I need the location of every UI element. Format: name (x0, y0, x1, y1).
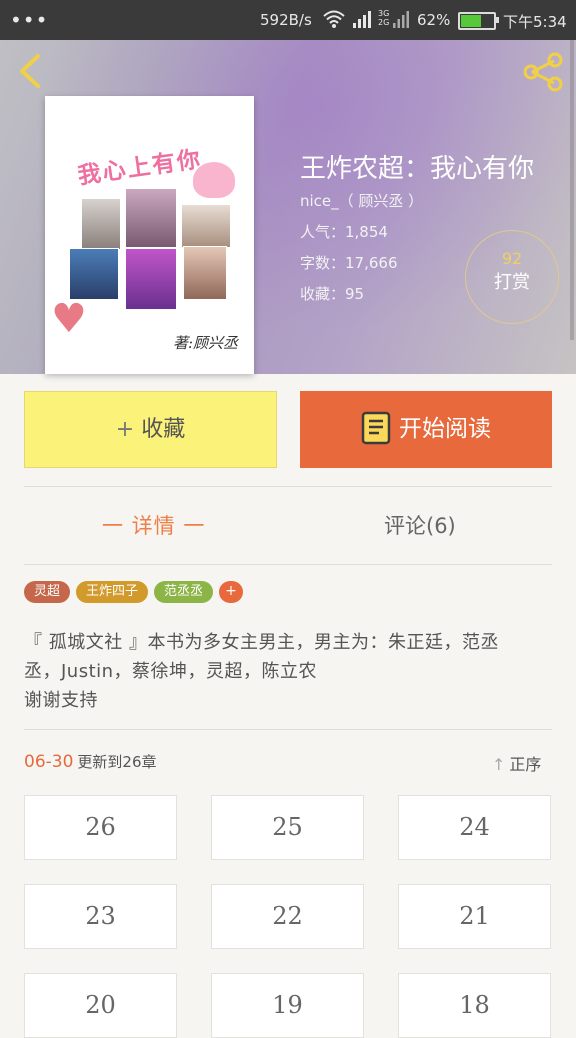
start-reading-button[interactable]: 开始阅读 (300, 391, 552, 468)
cover-signature: 著:顾兴丞 (173, 334, 239, 352)
network-type: 3G 2G (378, 9, 389, 27)
chapter-button[interactable]: 21 (398, 884, 551, 949)
description-line: 『 孤城文社 』本书为多女主男主，男主为：朱正廷，范丞 (24, 632, 499, 653)
chapter-button[interactable]: 24 (398, 795, 551, 860)
battery-percent: 62% (417, 11, 451, 29)
popularity-stat: 人气：1,854 (300, 223, 388, 241)
cover-photo (125, 188, 177, 248)
favorites-stat: 收藏：95 (300, 285, 365, 303)
book-author[interactable]: nice_（ 顾兴丞 ） (300, 190, 423, 211)
book-icon (361, 411, 391, 444)
book-title: 王炸农超：我心有你 (300, 154, 535, 184)
chapter-button[interactable]: 20 (24, 973, 177, 1038)
sort-label: 正序 (509, 755, 542, 774)
network-type-2g: 2G (378, 18, 390, 27)
reward-count: 92 (501, 249, 523, 268)
notification-dots: ••• (10, 8, 49, 32)
divider (24, 564, 552, 565)
update-text: 更新到26章 (77, 753, 157, 771)
word-count-stat: 字数：17,666 (300, 254, 398, 272)
reward-button[interactable]: 92 打赏 (465, 230, 559, 324)
chapter-button[interactable]: 25 (211, 795, 364, 860)
cover-photo (125, 248, 177, 310)
chapter-button[interactable]: 23 (24, 884, 177, 949)
collect-label: 收藏 (141, 417, 186, 442)
tab-comments[interactable]: 评论(6) (384, 510, 456, 540)
chapter-button[interactable]: 19 (211, 973, 364, 1038)
tag-chip[interactable]: 范丞丞 (154, 581, 214, 603)
book-header: 我心上有你 ♥ 著:顾兴丞 王炸农超：我心有你 nice_（ 顾兴丞 ） 人气：… (0, 40, 576, 374)
network-speed: 592B/s (260, 11, 312, 29)
chapter-button[interactable]: 22 (211, 884, 364, 949)
add-tag-button[interactable]: + (219, 581, 244, 603)
cover-heart-icon: ♥ (51, 296, 87, 342)
description-line: 谢谢支持 (24, 690, 98, 711)
update-info: 06-30 更新到26章 (24, 751, 157, 772)
description-line: 丞，Justin，蔡徐坤，灵超，陈立农 (24, 661, 318, 682)
cover-photo (81, 198, 121, 250)
cover-title: 我心上有你 (76, 146, 204, 190)
cover-photo (69, 248, 119, 300)
back-arrow-icon[interactable] (14, 52, 48, 90)
collect-button[interactable]: + 收藏 (24, 391, 277, 468)
scrollbar[interactable] (570, 40, 574, 340)
book-cover[interactable]: 我心上有你 ♥ 著:顾兴丞 (45, 96, 254, 374)
divider (24, 486, 552, 487)
divider (24, 729, 552, 730)
network-type-3g: 3G (378, 9, 390, 18)
signal-2-icon (393, 11, 409, 28)
tag-chip[interactable]: 王炸四子 (76, 581, 149, 603)
plus-icon: + (115, 417, 135, 442)
sort-order-button[interactable]: ↑ 正序 (492, 751, 541, 775)
tag-chip[interactable]: 灵超 (24, 581, 71, 603)
signal-icon (353, 11, 371, 28)
status-bar: ••• 592B/s 3G 2G 62% 下午5:34 (0, 0, 576, 40)
reward-label: 打赏 (494, 272, 530, 293)
battery-icon (458, 12, 499, 30)
wifi-icon (323, 10, 345, 28)
tab-details[interactable]: 一 详情 一 (102, 510, 205, 540)
start-reading-label: 开始阅读 (399, 416, 491, 442)
book-description: 『 孤城文社 』本书为多女主男主，男主为：朱正廷，范丞 丞，Justin，蔡徐坤… (24, 628, 558, 715)
cover-photo (183, 246, 227, 300)
chapter-button[interactable]: 26 (24, 795, 177, 860)
cover-photo (181, 204, 231, 248)
sort-arrow-icon: ↑ (492, 755, 506, 774)
share-icon[interactable] (520, 52, 566, 92)
chapter-button[interactable]: 18 (398, 973, 551, 1038)
tag-list: 灵超 王炸四子 范丞丞 + (24, 581, 244, 603)
clock: 下午5:34 (503, 13, 567, 31)
update-date: 06-30 (24, 752, 74, 772)
